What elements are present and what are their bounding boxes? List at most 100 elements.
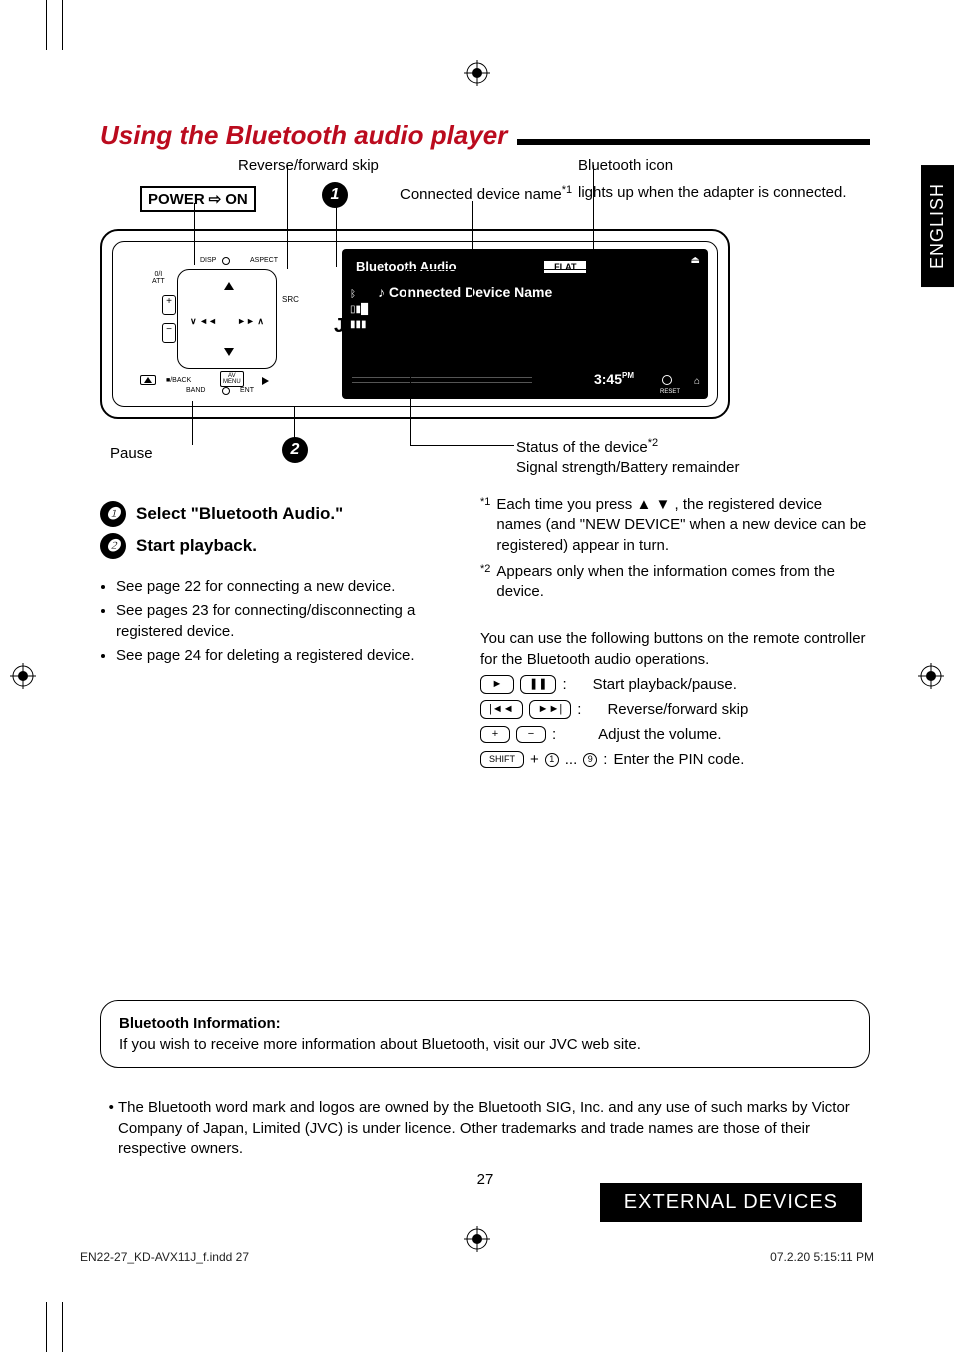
minus-button: −	[162, 323, 176, 343]
registration-mark-icon	[464, 1226, 490, 1252]
leader-line	[410, 445, 514, 446]
info-body: If you wish to receive more information …	[119, 1036, 851, 1053]
see-also-list: See page 22 for connecting a new device.…	[100, 577, 460, 666]
down-arrow-icon: ▼	[656, 496, 671, 513]
step-list: ❶ Select "Bluetooth Audio." ❷ Start play…	[100, 501, 460, 559]
footnote-text: Each time you press ▲ ▼ , the registered…	[496, 495, 870, 556]
device-illustration: DISP ASPECT ∨ ◄◄ ►► ∧ 0/I ATT + − SRC AV…	[100, 229, 730, 419]
step-badge-2: 2	[282, 437, 308, 463]
callout-status: Status of the device*2	[516, 437, 658, 456]
remote-shift-button: SHIFT	[480, 751, 524, 768]
disp-label: DISP	[200, 257, 216, 264]
remote-num-button: 1	[545, 753, 559, 767]
registration-mark-icon	[464, 60, 490, 86]
dpad: ∨ ◄◄ ►► ∧	[177, 269, 277, 369]
battery-icon: ▮▮▮	[350, 319, 368, 330]
step-number: ❷	[100, 533, 126, 559]
avmenu-label: AV MENU	[220, 371, 244, 387]
footnote-ref: *2	[648, 437, 658, 449]
lcd-divider	[352, 377, 532, 389]
back-label: ■/BACK	[166, 377, 191, 384]
band-label: BAND	[186, 387, 205, 394]
leader-line	[472, 305, 486, 306]
footnote-ref: *1	[562, 184, 572, 196]
lcd-time: 3:45PM	[594, 371, 634, 387]
page-heading: Using the Bluetooth audio player	[100, 120, 507, 151]
att-label: 0/I ATT	[152, 271, 165, 285]
reset-hole	[662, 375, 672, 385]
device-name-text: Connected Device Name	[389, 284, 552, 300]
remote-intro: You can use the following buttons on the…	[480, 628, 870, 670]
remote-desc: Adjust the volume.	[598, 724, 721, 745]
section-footer: EXTERNAL DEVICES	[600, 1183, 862, 1222]
footnote-list: *1 Each time you press ▲ ▼ , the registe…	[480, 495, 870, 602]
callout-bticon-sub: lights up when the adapter is connected.	[578, 184, 847, 201]
play-icon	[262, 377, 269, 385]
crop-mark	[62, 1302, 63, 1352]
remote-desc: Reverse/forward skip	[607, 699, 748, 720]
power-on-box: POWER ⇨ ON	[140, 186, 256, 212]
note-icon: ♪	[378, 284, 385, 300]
footnote-marker: *1	[480, 496, 490, 508]
step-number: ❶	[100, 501, 126, 527]
remote-section: You can use the following buttons on the…	[480, 628, 870, 770]
lcd-status-icons: ᛒ ▯▮█ ▮▮▮	[350, 289, 368, 330]
remote-next-button: ►►|	[529, 700, 572, 719]
colon: :	[562, 674, 566, 695]
down-arrow-icon	[224, 348, 234, 356]
up-arrow-icon: ▲	[636, 496, 651, 513]
prev-icon: ∨ ◄◄	[190, 316, 217, 327]
list-item: See pages 23 for connecting/disconnectin…	[116, 601, 460, 642]
leader-line	[410, 373, 411, 445]
trademark-notice: The Bluetooth word mark and logos are ow…	[100, 1098, 870, 1159]
step-badge-1: 1	[322, 182, 348, 208]
led-icon	[222, 257, 230, 265]
ellipsis: ...	[565, 749, 578, 770]
callout-pause: Pause	[110, 445, 153, 462]
leader-line	[194, 203, 195, 265]
callout-text: Status of the device	[516, 439, 648, 456]
leader-line	[287, 165, 288, 269]
src-label: SRC	[282, 295, 299, 304]
heading-rule	[517, 139, 870, 145]
badge: 2	[282, 437, 308, 463]
plus-button: +	[162, 295, 176, 315]
label: POWER	[148, 191, 205, 208]
list-item: See page 22 for connecting a new device.	[116, 577, 460, 597]
crop-mark	[62, 0, 63, 50]
remote-num-button: 9	[583, 753, 597, 767]
bluetooth-info-box: Bluetooth Information: If you wish to re…	[100, 1000, 870, 1068]
callout-signal: Signal strength/Battery remainder	[516, 459, 739, 476]
lcd-device-name: ♪ Connected Device Name	[378, 284, 694, 300]
aspect-label: ASPECT	[250, 257, 278, 264]
print-footer: EN22-27_KD-AVX11J_f.indd 27 07.2.20 5:15…	[80, 1250, 874, 1264]
time-pm: PM	[622, 371, 634, 380]
led-icon	[222, 387, 230, 395]
ent-label: ENT	[240, 387, 254, 394]
leader-line	[472, 201, 473, 305]
signal-icon: ▯▮█	[350, 304, 368, 315]
colon: :	[603, 749, 607, 770]
colon: :	[577, 699, 581, 720]
trademark-text: The Bluetooth word mark and logos are ow…	[118, 1098, 870, 1159]
print-timestamp: 07.2.20 5:15:11 PM	[770, 1250, 874, 1264]
footnote-text: Appears only when the information comes …	[496, 562, 870, 603]
callout-revfwd: Reverse/forward skip	[238, 157, 379, 174]
plus-sign: +	[530, 749, 539, 770]
crop-mark	[46, 0, 47, 50]
registration-mark-icon	[918, 663, 944, 689]
remote-prev-button: |◄◄	[480, 700, 523, 719]
info-title: Bluetooth Information:	[119, 1015, 851, 1032]
lcd-eq: FLAT	[544, 261, 586, 273]
language-tab: ENGLISH	[921, 165, 954, 287]
next-icon: ►► ∧	[237, 316, 264, 327]
remote-volup-button: +	[480, 726, 510, 743]
reset-label: RESET	[660, 389, 680, 395]
up-arrow-icon	[224, 282, 234, 290]
crop-mark	[46, 1302, 47, 1352]
list-item: See page 24 for deleting a registered de…	[116, 646, 460, 666]
badge: 1	[322, 182, 348, 208]
arrow-icon: ⇨	[209, 190, 222, 208]
step-text: Start playback.	[136, 536, 257, 556]
print-file: EN22-27_KD-AVX11J_f.indd 27	[80, 1250, 249, 1264]
